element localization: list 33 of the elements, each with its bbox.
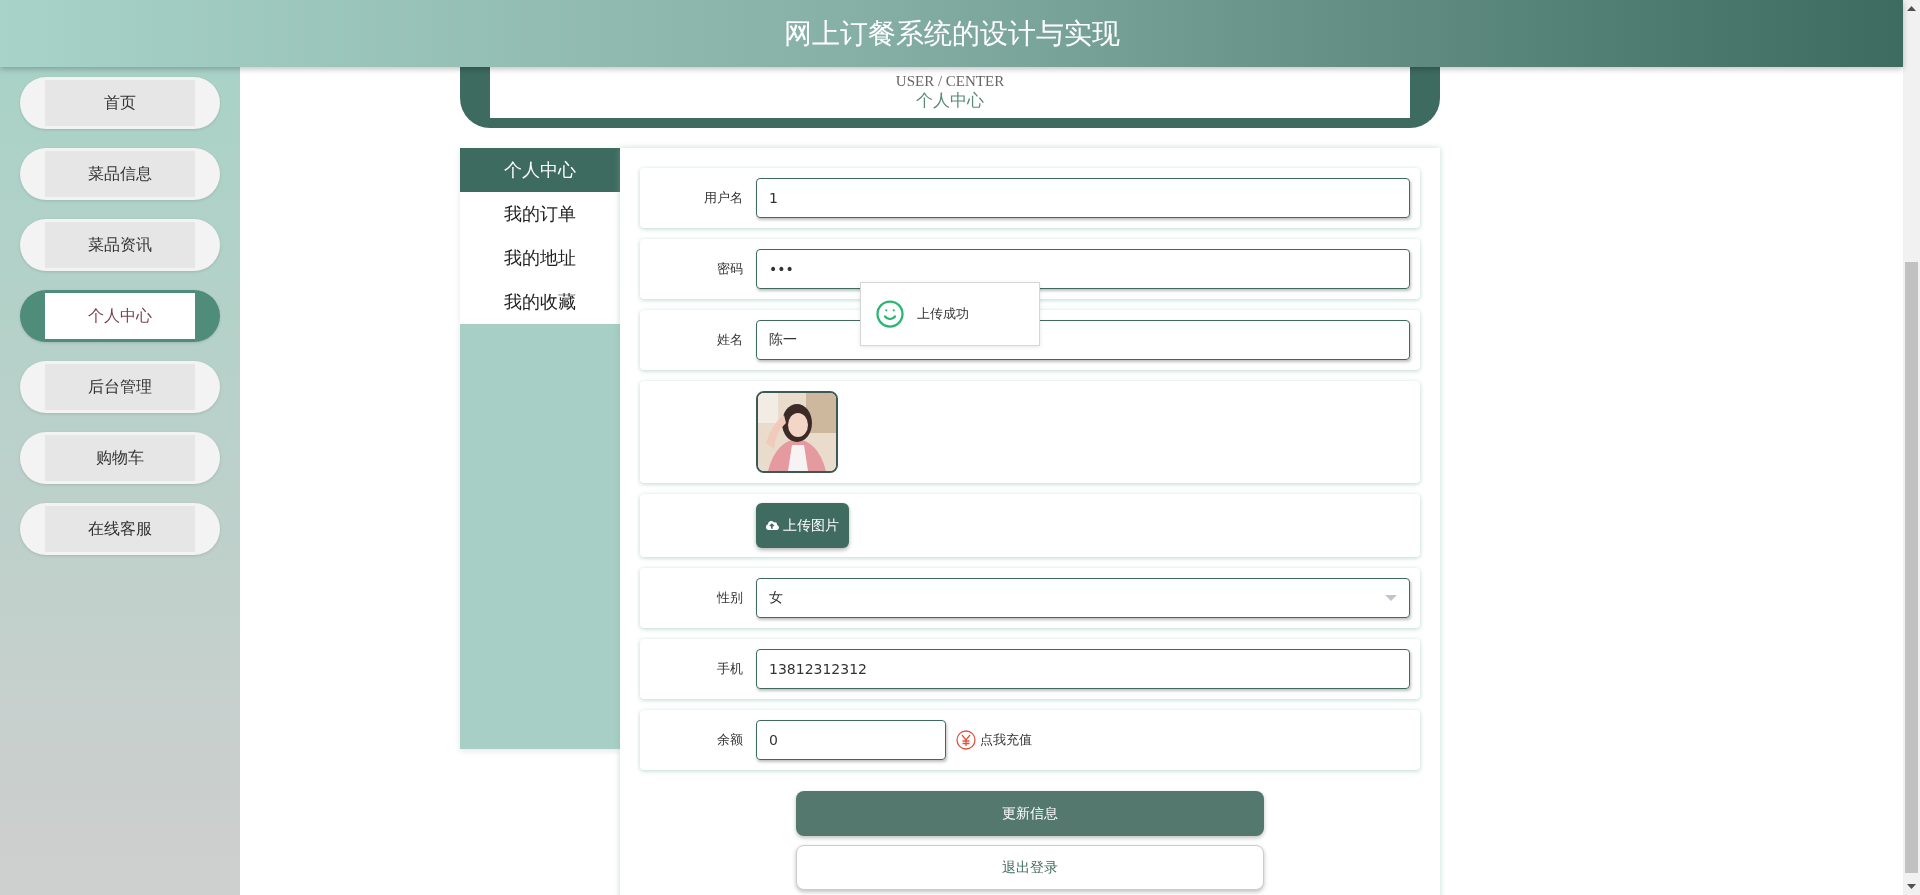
caret-icon: [1385, 595, 1397, 601]
nav-item[interactable]: 菜品信息: [20, 148, 220, 200]
nav-item[interactable]: 个人中心: [20, 290, 220, 342]
field-label: 性别: [716, 589, 744, 607]
toast-text: 上传成功: [917, 305, 969, 323]
nav-item[interactable]: 购物车: [20, 432, 220, 484]
nav-item[interactable]: 首页: [20, 77, 220, 129]
yuan-icon: [956, 730, 976, 750]
nav-item[interactable]: 菜品资讯: [20, 219, 220, 271]
input-field[interactable]: 1: [756, 178, 1410, 218]
scrollbar[interactable]: [1903, 0, 1920, 895]
nav-item[interactable]: 后台管理: [20, 361, 220, 413]
field-label: 余额: [716, 731, 744, 749]
field-label: 姓名: [716, 331, 744, 349]
field-label: 手机: [716, 660, 744, 678]
update-button[interactable]: 更新信息: [796, 791, 1264, 836]
smiley-icon: [875, 299, 905, 329]
logout-button[interactable]: 退出登录: [796, 845, 1264, 890]
field-label: 用户名: [703, 189, 744, 207]
banner-subtitle: USER / CENTER: [895, 72, 1005, 90]
site-title: 网上订餐系统的设计与实现: [783, 15, 1120, 52]
upload-button[interactable]: 上传图片: [756, 503, 849, 548]
input-field[interactable]: 13812312312: [756, 649, 1410, 689]
nav-item[interactable]: 在线客服: [20, 503, 220, 555]
select-field[interactable]: 女: [756, 578, 1410, 618]
banner-title: 个人中心: [916, 90, 984, 113]
menu-tab[interactable]: 个人中心: [460, 148, 620, 192]
scroll-up-icon[interactable]: [1907, 6, 1916, 11]
input-field[interactable]: 0: [756, 720, 946, 760]
field-label: 密码: [716, 260, 744, 278]
scroll-down-icon[interactable]: [1907, 884, 1916, 889]
recharge-link[interactable]: 点我充值: [980, 731, 1032, 749]
cloud-upload-icon: [766, 519, 779, 532]
